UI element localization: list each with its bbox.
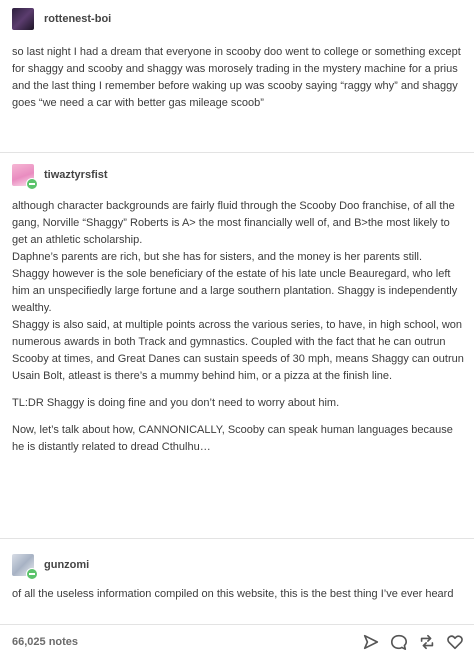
tumblr-post: rottenest-boi so last night I had a drea… — [0, 0, 474, 660]
post-actions — [362, 633, 464, 651]
avatar[interactable] — [12, 8, 34, 30]
post-text: Shaggy however is the sole beneficiary o… — [12, 268, 458, 314]
post-text: of all the useless information compiled … — [12, 588, 454, 600]
avatar[interactable] — [12, 164, 38, 190]
post-body: of all the useless information compiled … — [12, 586, 464, 603]
post-text: TL:DR Shaggy is doing fine and you don’t… — [12, 397, 340, 409]
post-text: Shaggy is also said, at multiple points … — [12, 319, 464, 382]
divider — [0, 152, 474, 153]
username-link[interactable]: rottenest-boi — [44, 13, 111, 25]
post-text: Daphne’s parents are rich, but she has f… — [12, 251, 423, 263]
post-text: so last night I had a dream that everyon… — [12, 46, 461, 109]
avatar[interactable] — [12, 554, 38, 580]
divider — [0, 538, 474, 539]
post-text: although character backgrounds are fairl… — [12, 200, 455, 246]
post-text: Now, let’s talk about how, CANNONICALLY,… — [12, 424, 453, 453]
post-body: although character backgrounds are fairl… — [12, 198, 464, 456]
post-body: so last night I had a dream that everyon… — [12, 44, 464, 112]
post-header-gunzomi: gunzomi — [12, 552, 89, 580]
reblog-badge-icon — [26, 568, 38, 580]
notes-count[interactable]: 66,025 notes — [12, 636, 78, 648]
reblog-badge-icon — [26, 178, 38, 190]
divider — [0, 624, 474, 625]
post-footer: 66,025 notes — [12, 630, 464, 654]
username-link[interactable]: tiwaztyrsfist — [44, 169, 108, 181]
post-header-tiwaztyrsfist: tiwaztyrsfist — [12, 162, 108, 190]
post-header-rottenest-boi: rottenest-boi — [12, 6, 111, 32]
like-heart-icon[interactable] — [446, 633, 464, 651]
share-icon[interactable] — [362, 633, 380, 651]
reply-icon[interactable] — [390, 633, 408, 651]
reblog-icon[interactable] — [418, 633, 436, 651]
username-link[interactable]: gunzomi — [44, 559, 89, 571]
